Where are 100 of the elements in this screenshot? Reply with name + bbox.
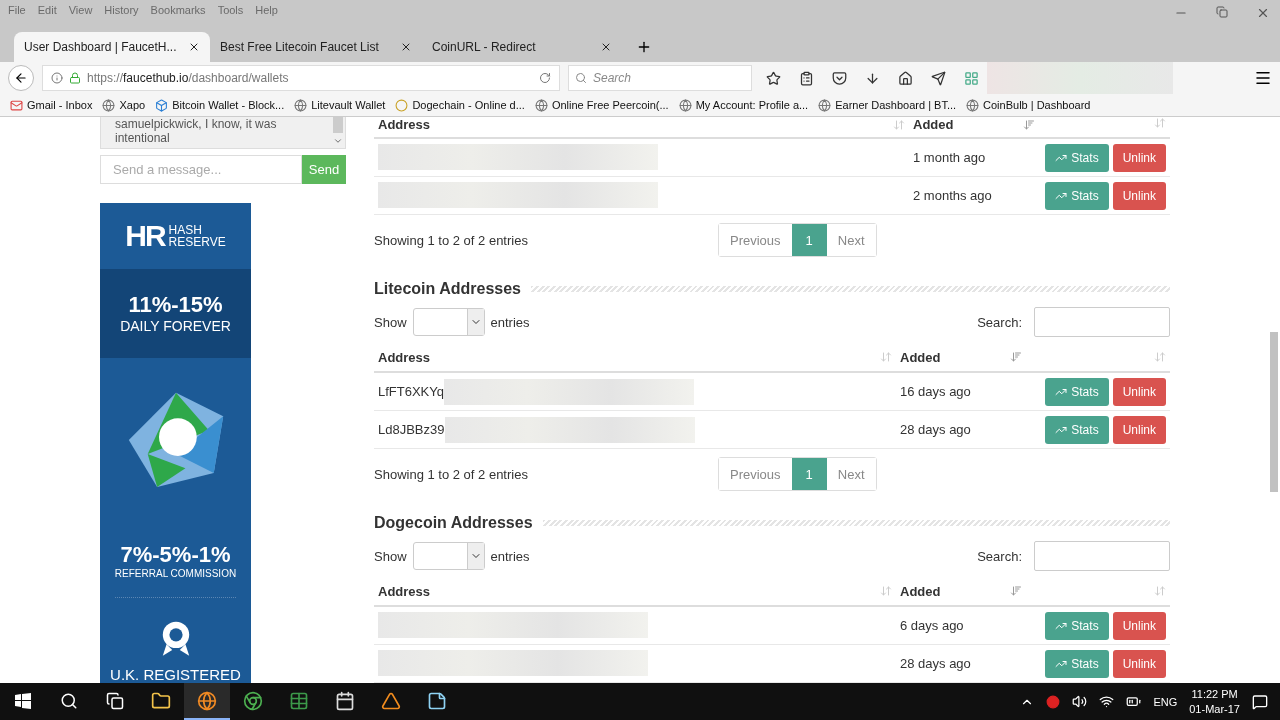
close-icon[interactable]: [600, 41, 612, 53]
browser-tab[interactable]: Best Free Litecoin Faucet List: [210, 32, 422, 62]
restore-icon[interactable]: [1216, 6, 1228, 18]
bookmark-item[interactable]: Dogechain - Online d...: [395, 98, 525, 112]
taskbar-app[interactable]: [184, 683, 230, 720]
entries-label: entries: [490, 548, 530, 564]
browser-tab[interactable]: User Dashboard | FaucetH...: [14, 32, 210, 62]
stats-button[interactable]: Stats: [1045, 378, 1109, 406]
download-icon[interactable]: [865, 70, 880, 86]
rate-caption: DAILY FOREVER: [120, 318, 231, 335]
reading-list-icon[interactable]: [799, 70, 814, 86]
globe-icon: [966, 98, 980, 112]
stats-button[interactable]: Stats: [1045, 182, 1109, 210]
wifi-icon[interactable]: [1099, 694, 1115, 709]
home-icon[interactable]: [898, 70, 913, 86]
table-cell-text: 28 days ago: [900, 421, 971, 439]
close-icon[interactable]: [188, 41, 200, 53]
cube-icon: [155, 98, 169, 112]
bookmark-star-icon[interactable]: [766, 70, 781, 86]
bookmark-item[interactable]: Online Free Peercoin(...: [534, 98, 669, 112]
browser-tab[interactable]: CoinURL - Redirect: [422, 32, 622, 62]
globe-icon: [818, 98, 832, 112]
table-cell-text: 1 month ago: [913, 149, 986, 167]
bookmark-item[interactable]: Xapo: [102, 98, 146, 112]
search-icon: [575, 72, 587, 84]
globe-icon: [294, 98, 308, 112]
clock[interactable]: 11:22 PM 01-Mar-17: [1189, 686, 1240, 717]
sort-icon: [880, 585, 892, 597]
stats-button[interactable]: Stats: [1045, 612, 1109, 640]
column-header: Address: [378, 117, 431, 132]
language-indicator[interactable]: ENG: [1153, 695, 1178, 708]
table-cell-text: 6 days ago: [900, 617, 964, 635]
entries-info: Showing 1 to 2 of 2 entries: [374, 466, 529, 482]
menu-item[interactable]: View: [68, 4, 93, 16]
table-cell-text: Ld8JBBz39: [378, 421, 445, 439]
bookmark-item[interactable]: Gmail - Inbox: [10, 98, 93, 112]
send-button[interactable]: Send: [302, 155, 346, 184]
reload-icon[interactable]: [539, 72, 551, 84]
stats-button[interactable]: Stats: [1045, 416, 1109, 444]
unlink-button[interactable]: Unlink: [1112, 650, 1166, 678]
bookmark-item[interactable]: Litevault Wallet: [294, 98, 386, 112]
send-icon[interactable]: [931, 70, 946, 86]
page-button[interactable]: 1: [791, 458, 827, 490]
table-cell-text: 16 days ago: [900, 383, 971, 401]
bookmark-item[interactable]: Earner Dashboard | BT...: [818, 98, 957, 112]
table-cell-text: 28 days ago: [900, 655, 971, 673]
stats-button[interactable]: Stats: [1045, 650, 1109, 678]
rate-text: 11%-15%: [128, 292, 223, 319]
unlink-button[interactable]: Unlink: [1112, 144, 1166, 172]
message-field[interactable]: Send a message...: [100, 155, 302, 184]
globe-icon: [534, 98, 548, 112]
unlink-button[interactable]: Unlink: [1112, 378, 1166, 406]
menu-item[interactable]: Bookmarks: [150, 4, 206, 16]
close-icon[interactable]: [400, 41, 412, 53]
battery-icon[interactable]: [1126, 694, 1142, 709]
sort-icon: [1010, 585, 1022, 597]
pocket-icon[interactable]: [832, 70, 847, 86]
bookmark-item[interactable]: CoinBulb | Dashboard: [966, 98, 1091, 112]
record-icon[interactable]: [1046, 694, 1061, 709]
unlink-button[interactable]: Unlink: [1112, 182, 1166, 210]
unlink-button[interactable]: Unlink: [1112, 416, 1166, 444]
new-tab-icon[interactable]: [636, 39, 652, 55]
table-cell-text: LfFT6XKYq: [378, 383, 444, 401]
url-text: https://faucethub.io/dashboard/wallets: [87, 71, 290, 85]
back-button[interactable]: [8, 65, 34, 91]
sort-icon: [880, 351, 892, 363]
menu-item[interactable]: Tools: [217, 4, 244, 16]
menu-item[interactable]: Help: [255, 4, 278, 16]
sort-icon: [1010, 351, 1022, 363]
search-field[interactable]: [1034, 541, 1170, 571]
chart-icon: [1055, 386, 1068, 398]
table-cell-text: 2 months ago: [913, 187, 992, 205]
volume-icon[interactable]: [1072, 694, 1088, 709]
notification-icon[interactable]: [1252, 693, 1268, 710]
menu-icon[interactable]: [1254, 69, 1272, 87]
extension-icon[interactable]: [964, 70, 979, 86]
column-header: Added: [900, 349, 941, 365]
chart-icon: [1055, 620, 1068, 632]
menu-item[interactable]: History: [104, 4, 139, 16]
browser-icon: [243, 690, 263, 711]
unlink-button[interactable]: Unlink: [1112, 612, 1166, 640]
url-field[interactable]: https://faucethub.io/dashboard/wallets: [42, 65, 560, 91]
folder-icon: [151, 690, 171, 711]
search-field[interactable]: [1034, 307, 1170, 337]
menu-item[interactable]: File: [8, 4, 26, 16]
chat-message: samuelpickwick, I know, it was intentional: [100, 117, 346, 150]
page-button[interactable]: 1: [791, 224, 827, 256]
stats-button[interactable]: Stats: [1045, 144, 1109, 172]
show-label: Show: [374, 314, 407, 330]
section-title: Litecoin Addresses: [374, 280, 521, 298]
bookmark-item[interactable]: My Account: Profile a...: [678, 98, 809, 112]
bookmark-item[interactable]: Bitcoin Wallet - Block...: [155, 98, 285, 112]
spreadsheet-icon: [289, 690, 309, 711]
logo-text: HASH RESERVE: [168, 224, 226, 248]
column-header: Added: [900, 583, 941, 599]
column-header: Added: [913, 117, 954, 132]
menu-item[interactable]: Edit: [37, 4, 57, 16]
search-field[interactable]: Search: [568, 65, 752, 91]
search-label: Search:: [977, 548, 1022, 564]
globe-icon: [678, 98, 692, 112]
